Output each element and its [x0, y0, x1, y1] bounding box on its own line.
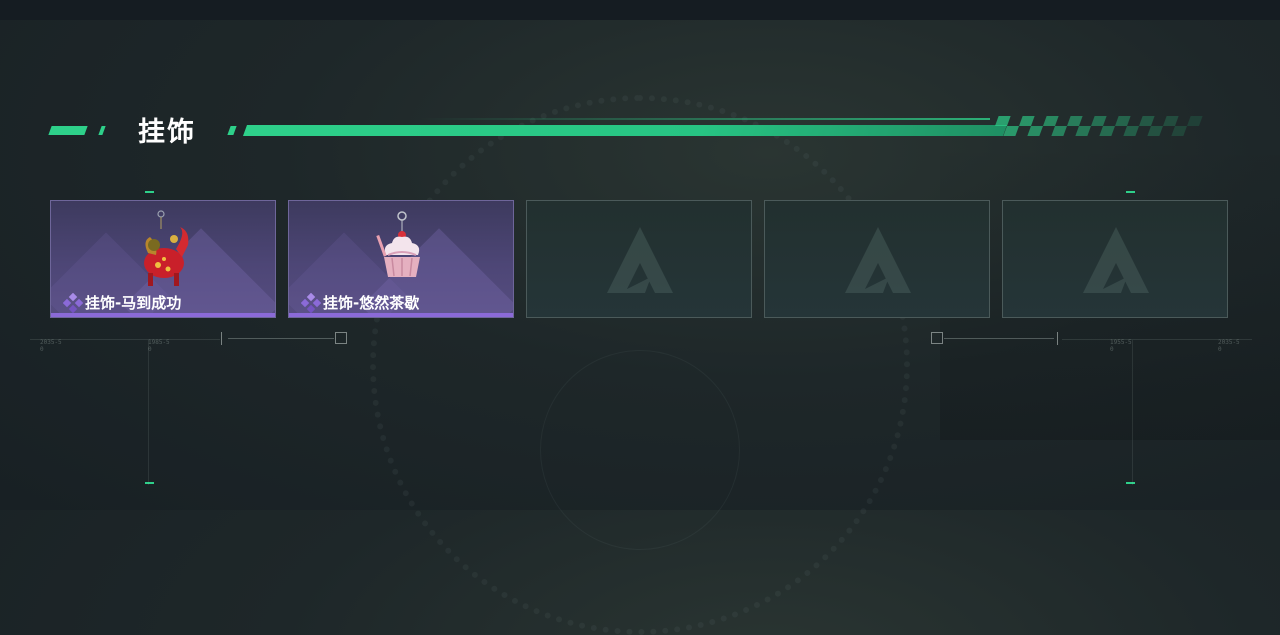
charm-slot-5[interactable] [1002, 200, 1228, 318]
cupcake-charm-icon [376, 211, 420, 277]
charm-slot-2[interactable]: 挂饰-悠然茶歇 [288, 200, 514, 318]
hud-marker [221, 332, 222, 345]
corner-tick [145, 191, 154, 193]
checker-cell [1187, 116, 1203, 126]
hud-label: 2035-5 0 [40, 339, 62, 353]
game-logo-icon [607, 227, 673, 293]
header-thin-line [420, 118, 990, 120]
hud-label: 1955-5 0 [1110, 339, 1132, 353]
game-logo-icon [1083, 227, 1149, 293]
rarity-diamond-icon [301, 293, 321, 313]
hud-marker [1057, 332, 1058, 345]
charm-slot-4[interactable] [764, 200, 990, 318]
item-name: 挂饰-马到成功 [85, 294, 182, 312]
hud-square [335, 332, 347, 344]
hud-vertical-line [1132, 340, 1133, 485]
item-name: 挂饰-悠然茶歇 [323, 294, 420, 312]
hud-vertical-line [148, 340, 149, 485]
checker-cell [1183, 126, 1199, 136]
rarity-diamond-icon [63, 293, 83, 313]
hud-line [944, 338, 1054, 339]
hud-label: 1985-5 0 [148, 339, 170, 353]
background-ring-inner [540, 350, 740, 550]
top-bar [0, 0, 1280, 20]
charm-slot-3[interactable] [526, 200, 752, 318]
section-title: 挂饰 [138, 117, 196, 148]
header-dash [227, 126, 237, 135]
header-checker-pattern [991, 116, 1203, 136]
game-logo-icon [845, 227, 911, 293]
hud-line [228, 338, 334, 339]
corner-tick [1126, 191, 1135, 193]
header-bar [242, 125, 1008, 136]
header-dash [48, 126, 88, 135]
red-horse-charm-icon [144, 210, 189, 286]
corner-tick [1126, 482, 1135, 484]
charm-slot-1[interactable]: 挂饰-马到成功 [50, 200, 276, 318]
hud-label: 2035-5 0 [1218, 339, 1240, 353]
corner-tick [145, 482, 154, 484]
hud-square [931, 332, 943, 344]
header-dash [98, 126, 106, 135]
